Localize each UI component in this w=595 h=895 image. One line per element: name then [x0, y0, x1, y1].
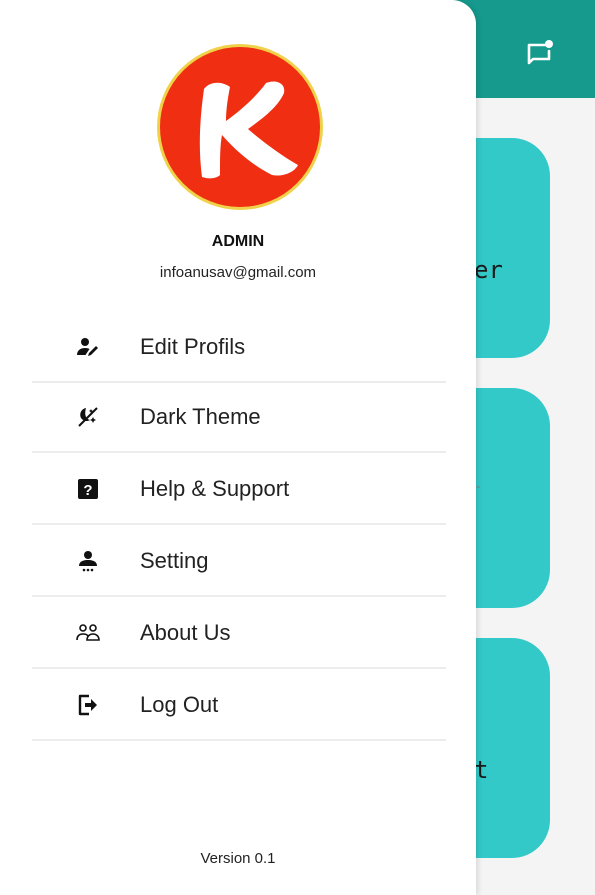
help-icon: ? — [76, 477, 100, 501]
menu-item-label: About Us — [140, 620, 231, 645]
edit-profile-icon — [76, 335, 100, 359]
menu-item-label: Setting — [140, 548, 209, 573]
navigation-drawer: ADMIN infoanusav@gmail.com Edit Profils … — [0, 0, 476, 895]
menu-item-about-us[interactable]: About Us — [32, 599, 446, 669]
menu-item-label: Help & Support — [140, 476, 290, 501]
card-text: t — [474, 756, 489, 784]
menu-item-label: Log Out — [140, 692, 219, 717]
menu-item-label: Edit Profils — [140, 334, 246, 359]
about-us-icon — [76, 621, 100, 645]
admin-email: infoanusav@gmail.com — [159, 264, 317, 281]
dark-theme-icon — [76, 405, 100, 429]
setting-icon — [76, 549, 100, 573]
avatar[interactable] — [157, 44, 323, 210]
menu-item-logout[interactable]: Log Out — [32, 671, 446, 741]
menu-item-edit-profile[interactable]: Edit Profils — [32, 313, 446, 383]
menu-item-dark-theme[interactable]: Dark Theme — [32, 383, 446, 453]
card-mark — [476, 486, 480, 488]
admin-name: ADMIN — [211, 233, 265, 250]
menu-item-help-support[interactable]: ? Help & Support — [32, 455, 446, 525]
logo-k-icon — [199, 81, 298, 179]
app-version: Version 0.1 — [200, 850, 276, 867]
message-notification-icon[interactable] — [523, 37, 557, 71]
svg-text:?: ? — [83, 482, 92, 499]
menu-item-label: Dark Theme — [140, 404, 261, 429]
card-text: er — [474, 256, 503, 284]
logout-icon — [76, 693, 100, 717]
menu-item-setting[interactable]: Setting — [32, 527, 446, 597]
